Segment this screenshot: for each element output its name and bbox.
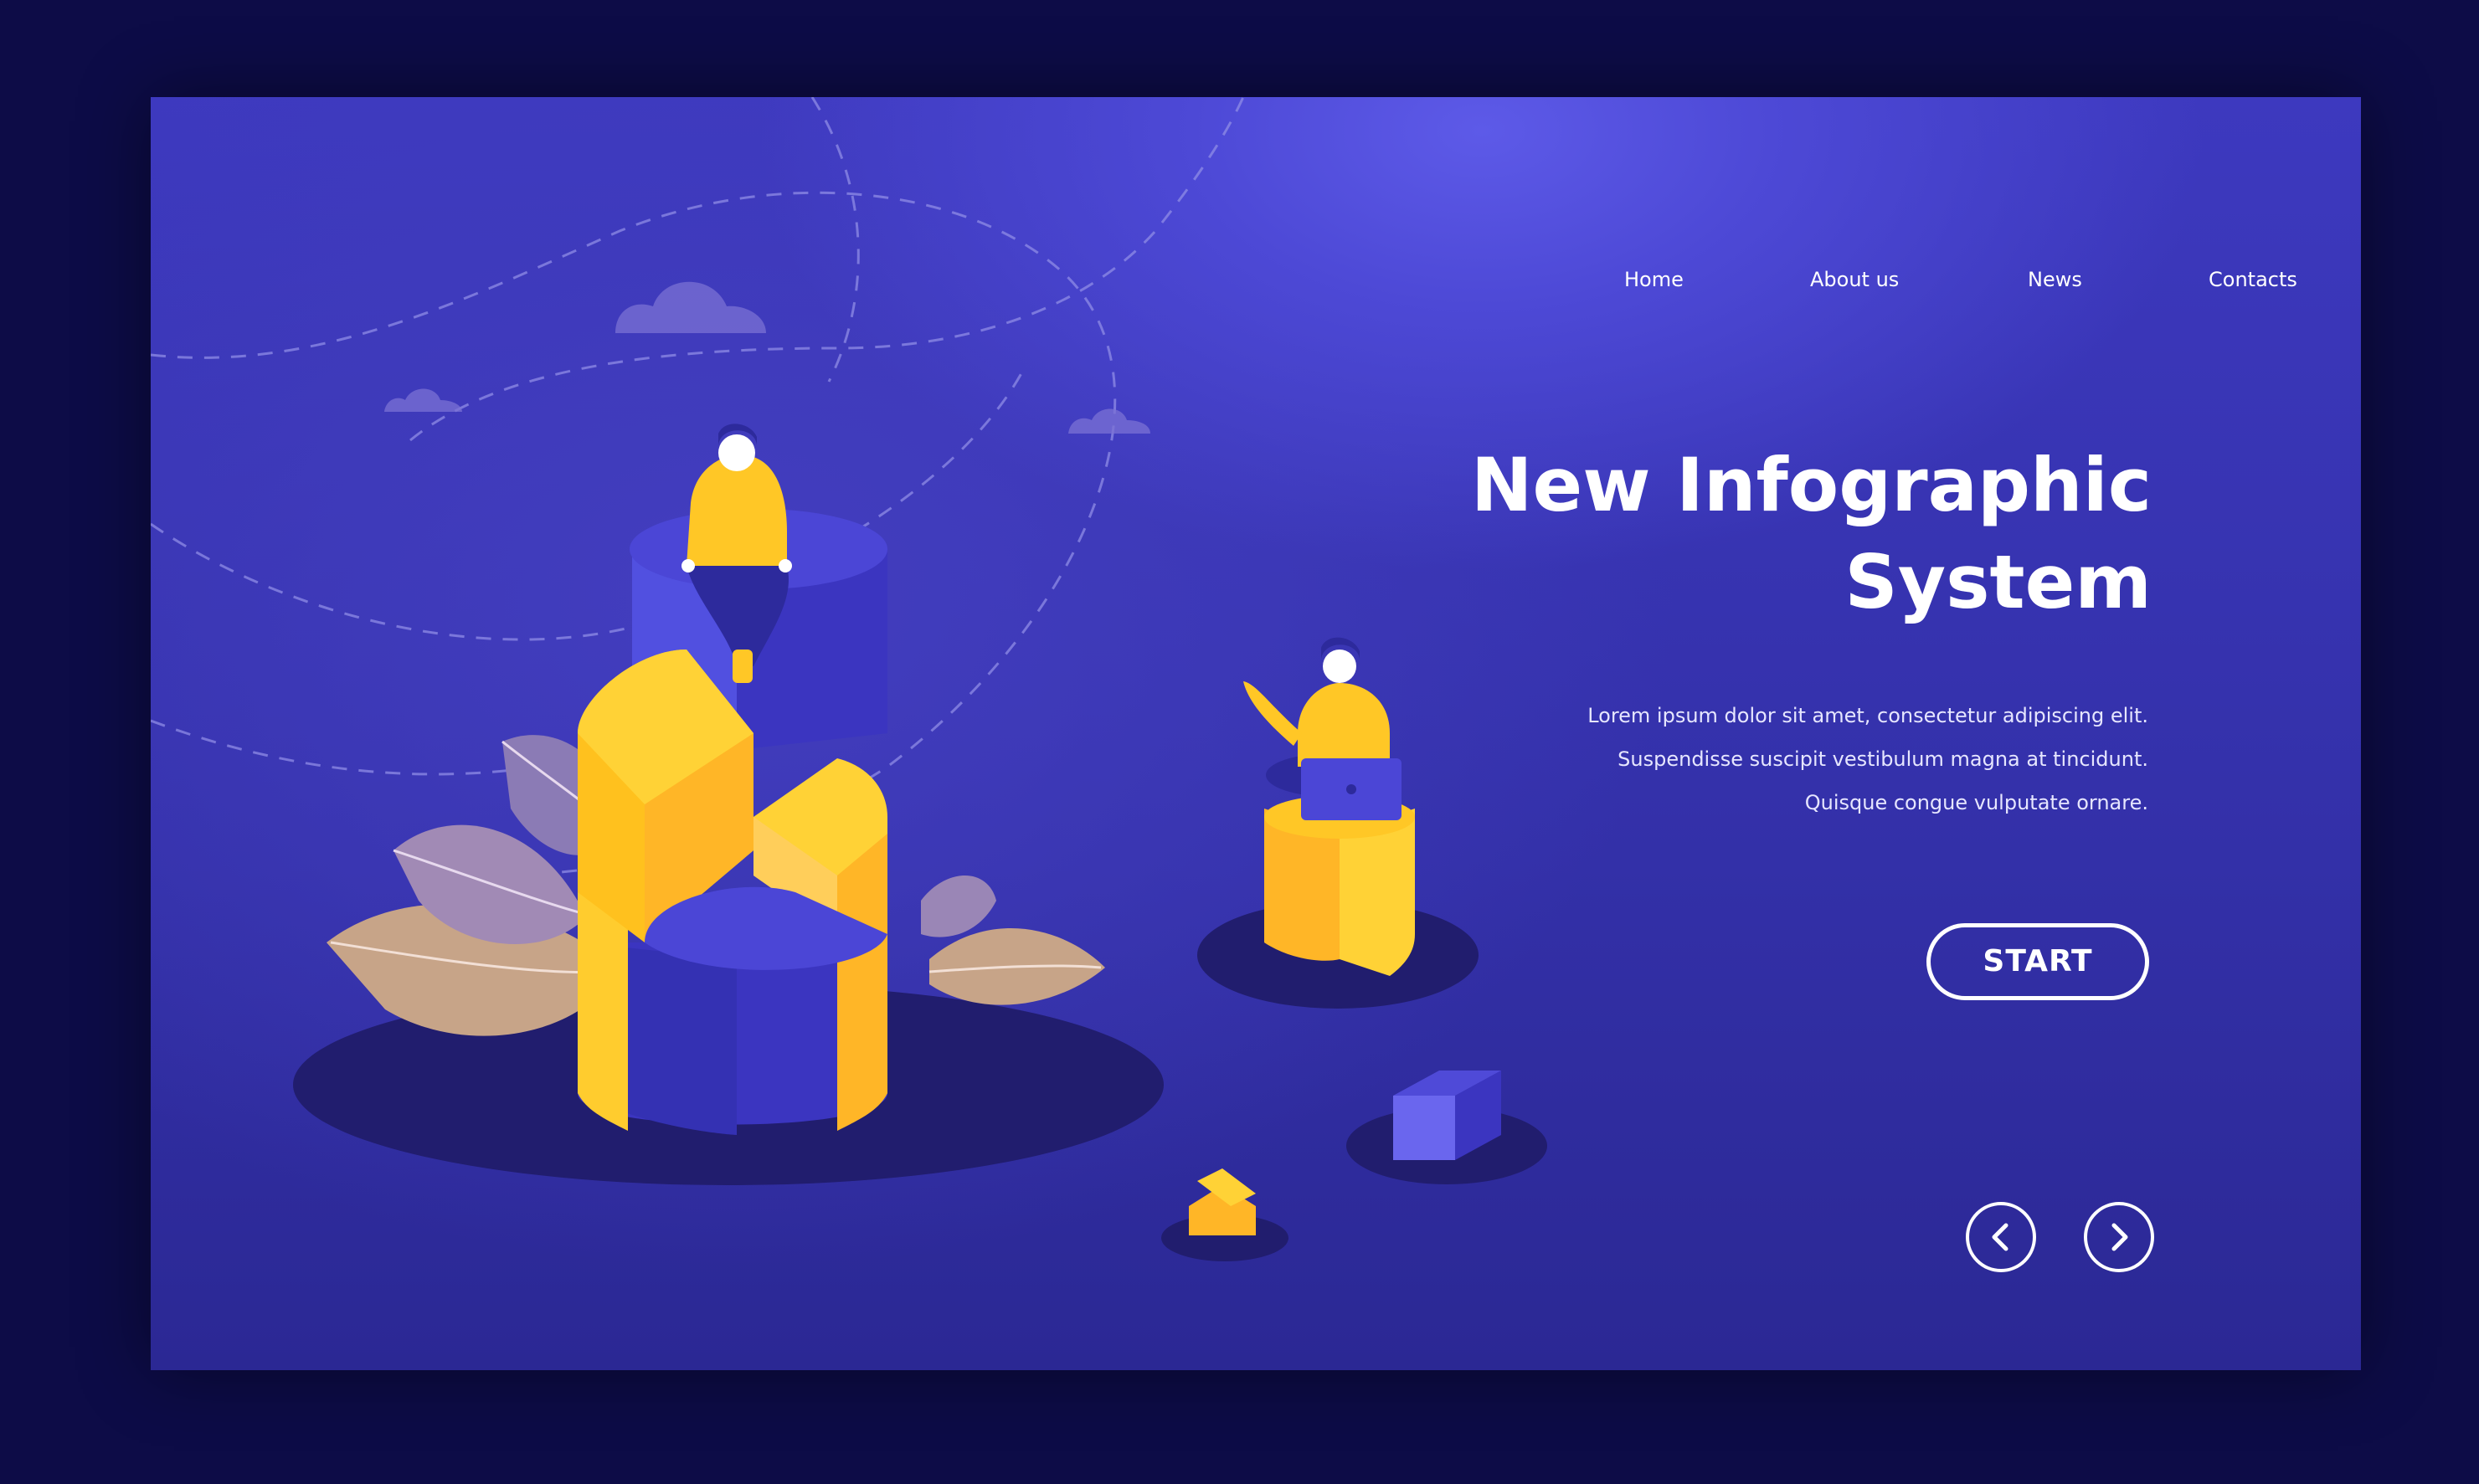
yellow-piece	[1189, 1168, 1256, 1235]
hero-title-line-1: New Infographic	[1470, 442, 2152, 528]
hero-title-line-2: System	[1844, 539, 2152, 625]
hero-description-line-1: Lorem ipsum dolor sit amet, consectetur …	[1587, 704, 2148, 727]
nav-home[interactable]: Home	[1624, 254, 1684, 305]
cloud-small-right	[1068, 408, 1150, 434]
top-nav: Home About us News Contacts	[1474, 254, 2311, 305]
nav-contacts[interactable]: Contacts	[2209, 254, 2297, 305]
cloud-small-left	[384, 388, 462, 412]
chevron-left-icon	[1992, 1223, 2008, 1251]
nav-about-us[interactable]: About us	[1810, 254, 1899, 305]
next-slide-button[interactable]	[2084, 1202, 2154, 1272]
hero-description: Lorem ipsum dolor sit amet, consectetur …	[1311, 694, 2148, 824]
landing-page-frame: Home About us News Contacts New Infograp…	[151, 97, 2361, 1370]
nav-news[interactable]: News	[2028, 254, 2082, 305]
cloud-large	[615, 281, 766, 333]
leaves-left	[327, 735, 620, 1036]
chevron-right-icon	[2111, 1223, 2128, 1251]
leaves-right	[921, 876, 1105, 1005]
hero-description-line-3: Quisque congue vulputate ornare.	[1804, 791, 2148, 814]
prev-slide-button[interactable]	[1966, 1202, 2036, 1272]
hero-description-line-2: Suspendisse suscipit vestibulum magna at…	[1618, 747, 2148, 771]
hero-title: New Infographic System	[1314, 437, 2152, 631]
start-button[interactable]: START	[1926, 923, 2149, 1000]
